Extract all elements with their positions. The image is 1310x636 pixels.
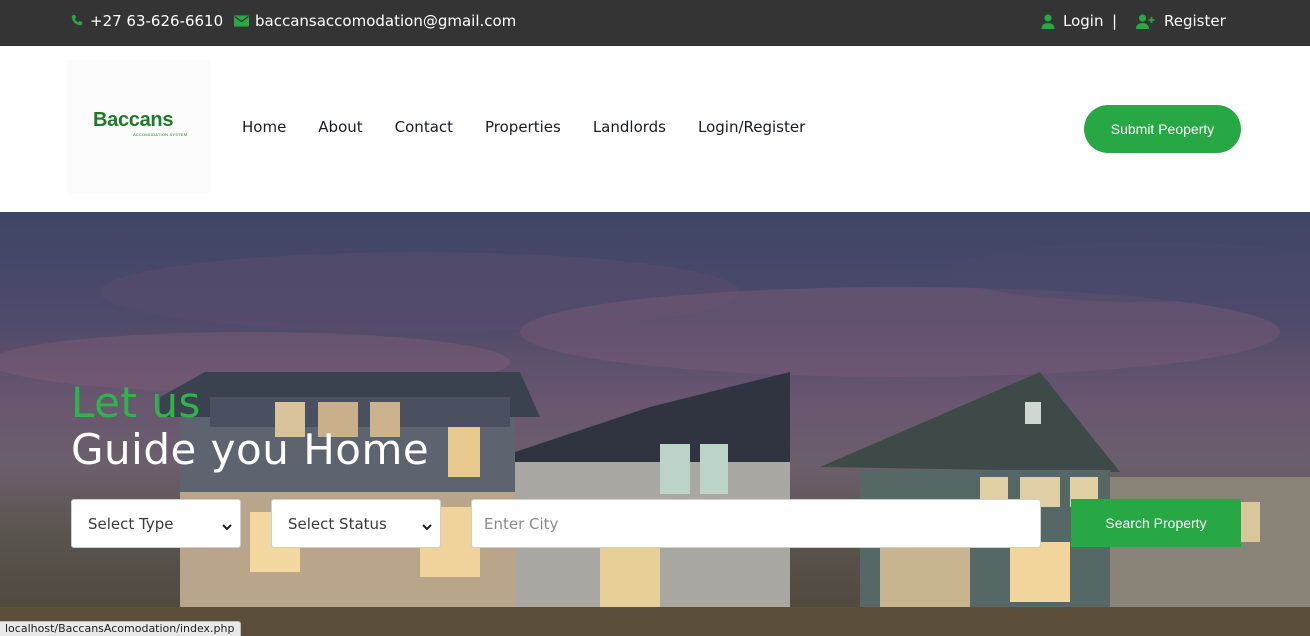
city-input[interactable]: [471, 499, 1041, 548]
status-select-value: Select Status: [288, 514, 387, 533]
login-label: Login: [1063, 12, 1104, 30]
brand-logo[interactable]: Baccans ACCOMODATION SYSTEM: [66, 60, 210, 194]
site-header: Baccans ACCOMODATION SYSTEM Home About C…: [0, 46, 1310, 212]
chevron-down-icon: [422, 518, 432, 536]
phone-icon: [70, 14, 84, 28]
envelope-icon: [234, 15, 249, 27]
phone-number: +27 63-626-6610: [90, 12, 224, 30]
nav-item-login-register[interactable]: Login/Register: [698, 118, 805, 136]
hero-section: Let us Guide you Home Select Type Select…: [0, 212, 1310, 636]
register-label: Register: [1164, 12, 1226, 30]
register-link[interactable]: Register: [1136, 0, 1226, 42]
login-link[interactable]: Login: [1041, 0, 1103, 42]
brand-tagline: ACCOMODATION SYSTEM: [133, 132, 188, 137]
topbar-separator: |: [1112, 12, 1118, 30]
nav-item-about[interactable]: About: [318, 118, 362, 136]
nav-item-home[interactable]: Home: [242, 118, 286, 136]
type-select-value: Select Type: [88, 514, 174, 533]
email-address: baccansaccomodation@gmail.com: [255, 12, 517, 30]
nav-item-contact[interactable]: Contact: [395, 118, 453, 136]
type-select[interactable]: Select Type: [71, 499, 241, 548]
nav-item-properties[interactable]: Properties: [485, 118, 561, 136]
top-bar: +27 63-626-6610 baccansaccomodation@gmai…: [0, 0, 1310, 46]
submit-property-button[interactable]: Submit Peoperty: [1084, 105, 1241, 153]
hero-headline-line2: Guide you Home: [71, 425, 430, 474]
status-bar-url: localhost/BaccansAcomodation/index.php: [0, 621, 241, 636]
chevron-down-icon: [222, 518, 232, 536]
search-property-button[interactable]: Search Property: [1071, 499, 1241, 547]
hero-headline-line1: Let us: [71, 378, 201, 427]
nav-item-landlords[interactable]: Landlords: [593, 118, 666, 136]
status-select[interactable]: Select Status: [271, 499, 441, 548]
user-plus-icon: [1136, 13, 1155, 29]
email-contact[interactable]: baccansaccomodation@gmail.com: [234, 0, 516, 42]
main-nav: Home About Contact Properties Landlords …: [242, 118, 837, 136]
phone-contact[interactable]: +27 63-626-6610: [70, 0, 223, 42]
user-icon: [1041, 13, 1055, 29]
brand-name: Baccans: [93, 109, 174, 131]
